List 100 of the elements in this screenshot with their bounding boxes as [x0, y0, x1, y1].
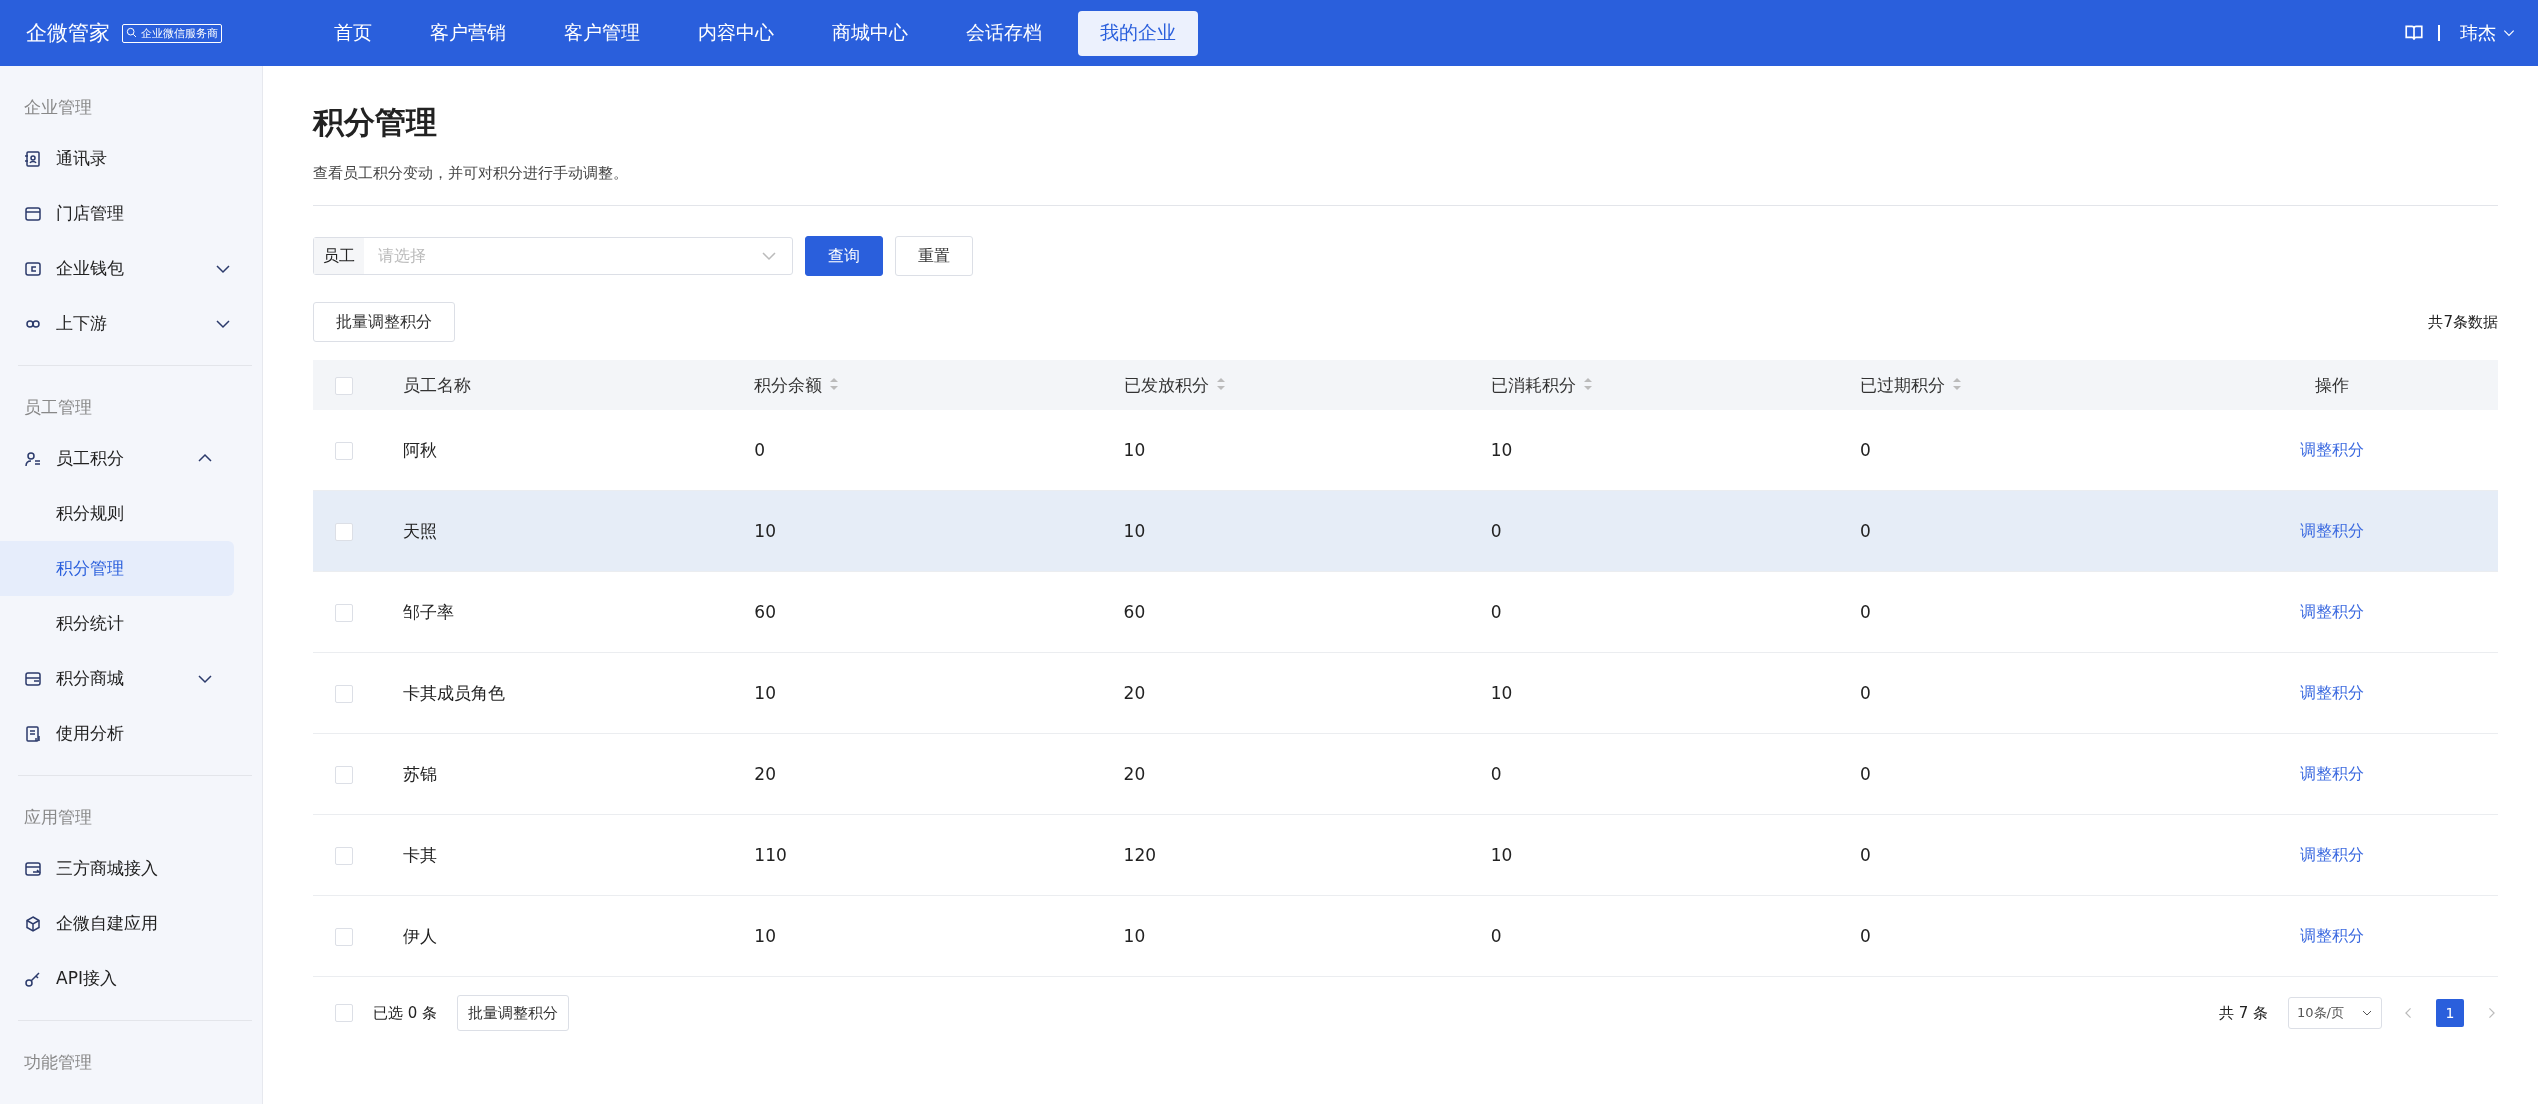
table-cell: 0 — [1490, 764, 1502, 784]
section-heading: 应用管理 — [24, 806, 92, 829]
field-label: 员工 — [314, 238, 364, 274]
sidebar-item[interactable]: 门店管理 — [0, 186, 252, 241]
employee-select[interactable]: 员工 请选择 — [313, 237, 793, 275]
sort-icon — [828, 375, 841, 392]
page-button[interactable]: 1 — [2436, 999, 2464, 1027]
sidebar-item[interactable]: 员工积分 — [0, 431, 234, 486]
adjust-points-link[interactable]: 调整积分 — [2293, 843, 2370, 867]
select-all-checkbox[interactable] — [335, 1004, 353, 1022]
nav-tab[interactable]: 会话存档 — [944, 10, 1064, 56]
nav-tab[interactable]: 我的企业 — [1078, 10, 1198, 56]
service-badge: 企业微信服务商 — [122, 23, 222, 43]
table-cell: 天照 — [402, 520, 437, 541]
table-cell: 阿秋 — [402, 439, 437, 460]
sidebar-item[interactable]: 通讯录 — [0, 131, 252, 186]
table-cell: 10 — [1123, 440, 1146, 460]
table-cell: 20 — [1123, 683, 1146, 703]
wallet-icon — [24, 259, 42, 278]
table-cell: 0 — [1490, 926, 1502, 946]
table-cell: 卡其成员角色 — [402, 682, 505, 703]
sidebar-subitem[interactable]: 积分管理 — [0, 541, 234, 596]
book-icon — [2404, 23, 2424, 43]
table-cell: 10 — [754, 926, 776, 946]
row-checkbox[interactable] — [335, 523, 353, 541]
sidebar-subitem[interactable]: 积分规则 — [0, 486, 234, 541]
table-cell: 10 — [1123, 521, 1146, 541]
adjust-points-link[interactable]: 调整积分 — [2293, 438, 2370, 462]
nav-tab[interactable]: 内容中心 — [676, 10, 796, 56]
table-cell: 10 — [1490, 440, 1513, 460]
table-cell: 60 — [754, 602, 776, 622]
row-checkbox[interactable] — [335, 442, 353, 460]
table-cell: 10 — [1490, 845, 1513, 865]
sidebar-item[interactable]: 企业钱包 — [0, 241, 252, 296]
column-header[interactable]: 已过期积分 — [1859, 374, 1945, 395]
user-menu[interactable]: 玮杰 — [2454, 20, 2522, 46]
column-header[interactable]: 积分余额 — [754, 374, 823, 395]
table-row[interactable]: 天照 10 10 0 0 调整积分 — [313, 491, 2498, 572]
table-cell: 邹子率 — [402, 601, 454, 622]
brand-name: 企微管家 — [26, 20, 110, 47]
nav-tab[interactable]: 客户管理 — [542, 10, 662, 56]
column-header[interactable]: 已消耗积分 — [1490, 374, 1576, 395]
row-checkbox[interactable] — [335, 847, 353, 865]
selected-count: 已选 0 条 — [373, 1003, 438, 1023]
column-header: 操作 — [2314, 374, 2349, 395]
table-cell: 10 — [1490, 683, 1513, 703]
table-cell: 110 — [754, 845, 787, 865]
row-checkbox[interactable] — [335, 604, 353, 622]
table-cell: 0 — [1859, 440, 1871, 460]
batch-adjust-button[interactable]: 批量调整积分 — [457, 995, 570, 1031]
table-cell: 0 — [1859, 521, 1871, 541]
table-cell: 伊人 — [402, 925, 437, 946]
nav-tab[interactable]: 商城中心 — [810, 10, 930, 56]
store-icon — [24, 204, 42, 223]
table-cell: 10 — [1123, 926, 1146, 946]
table-cell: 10 — [754, 683, 776, 703]
table-cell: 20 — [754, 764, 776, 784]
user-points-icon — [24, 449, 42, 468]
nav-tab[interactable]: 首页 — [312, 10, 394, 56]
select-all-checkbox[interactable] — [335, 377, 353, 395]
table-cell: 20 — [1123, 764, 1146, 784]
table-cell: 0 — [1859, 845, 1871, 865]
table-cell: 0 — [1859, 926, 1871, 946]
search-icon — [126, 27, 138, 39]
table-cell: 0 — [754, 440, 766, 460]
section-heading: 企业管理 — [24, 96, 92, 119]
sidebar-item[interactable]: 企微自建应用 — [0, 896, 234, 951]
sidebar-item[interactable]: API接入 — [0, 951, 234, 1006]
row-checkbox[interactable] — [335, 928, 353, 946]
query-button[interactable]: 查询 — [805, 236, 883, 276]
reset-button[interactable]: 重置 — [895, 236, 973, 276]
table-cell: 0 — [1490, 602, 1502, 622]
adjust-points-link[interactable]: 调整积分 — [2293, 600, 2370, 624]
sidebar-item[interactable]: 上下游 — [0, 296, 252, 351]
section-heading: 员工管理 — [24, 396, 92, 419]
adjust-points-link[interactable]: 调整积分 — [2293, 519, 2370, 543]
sidebar-item[interactable]: 积分商城 — [0, 651, 234, 706]
table-cell: 0 — [1490, 521, 1502, 541]
batch-adjust-button[interactable]: 批量调整积分 — [313, 302, 455, 342]
sidebar-item[interactable]: 三方商城接入 — [0, 841, 234, 896]
store-link-icon — [24, 859, 42, 878]
nav-tab[interactable]: 客户营销 — [408, 10, 528, 56]
adjust-points-link[interactable]: 调整积分 — [2293, 681, 2370, 705]
page-size-select[interactable]: 10条/页 — [2288, 997, 2382, 1029]
select-placeholder: 请选择 — [378, 245, 426, 267]
table-cell: 0 — [1859, 764, 1871, 784]
contacts-icon — [24, 149, 42, 168]
row-checkbox[interactable] — [335, 766, 353, 784]
adjust-points-link[interactable]: 调整积分 — [2293, 924, 2370, 948]
table-cell: 0 — [1859, 683, 1871, 703]
adjust-points-link[interactable]: 调整积分 — [2293, 762, 2370, 786]
sidebar-subitem[interactable]: 积分统计 — [0, 596, 234, 651]
shop-icon — [24, 669, 42, 688]
table-cell: 120 — [1123, 845, 1157, 865]
column-header[interactable]: 已发放积分 — [1123, 374, 1209, 395]
key-icon — [24, 969, 42, 988]
table-cell: 苏锦 — [402, 763, 437, 784]
row-checkbox[interactable] — [335, 685, 353, 703]
sidebar-item[interactable]: 使用分析 — [0, 706, 234, 761]
column-header: 员工名称 — [402, 374, 471, 395]
